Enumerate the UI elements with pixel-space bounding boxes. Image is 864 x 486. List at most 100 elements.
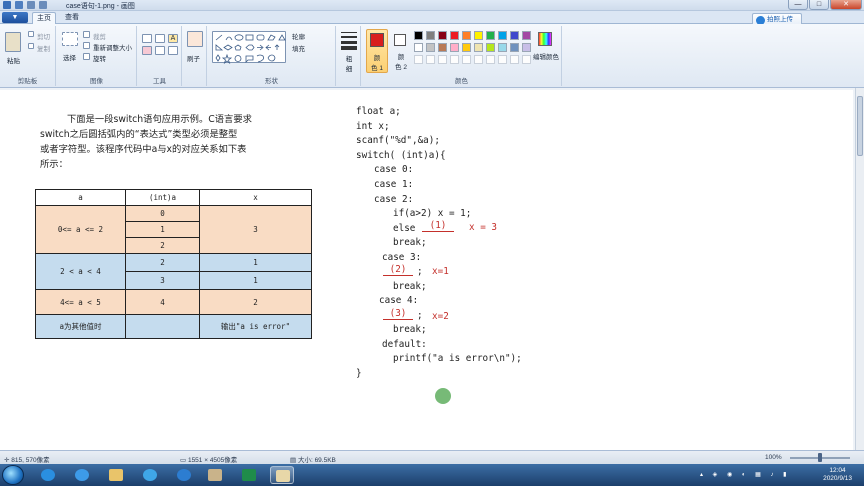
table-header-int-a: (int)a — [125, 189, 200, 206]
palette-swatch[interactable] — [486, 31, 495, 40]
custom-color-slot[interactable] — [438, 55, 447, 64]
custom-color-slot[interactable] — [510, 55, 519, 64]
magnifier-icon[interactable] — [168, 46, 178, 55]
palette-swatch[interactable] — [510, 43, 519, 52]
palette-swatch[interactable] — [438, 31, 447, 40]
start-button[interactable] — [2, 465, 24, 485]
crop-button[interactable]: 裁剪 — [93, 31, 106, 41]
custom-color-slot[interactable] — [474, 55, 483, 64]
palette-swatch[interactable] — [414, 43, 423, 52]
taskbar-app-2[interactable] — [70, 466, 94, 484]
palette-swatch[interactable] — [522, 43, 531, 52]
palette-swatch[interactable] — [438, 43, 447, 52]
vertical-scrollbar[interactable] — [855, 88, 864, 450]
tab-view[interactable]: 查看 — [60, 12, 84, 24]
text-tool-icon[interactable]: A — [168, 34, 178, 43]
palette-swatch[interactable] — [474, 31, 483, 40]
palette-swatch[interactable] — [522, 31, 531, 40]
taskbar-app-4[interactable] — [138, 466, 162, 484]
zoom-slider-thumb[interactable] — [818, 453, 822, 462]
palette-swatch[interactable] — [450, 31, 459, 40]
code-line: default: — [382, 339, 427, 350]
fill-bucket-icon[interactable] — [155, 34, 165, 43]
line-size-icon[interactable] — [341, 32, 357, 50]
paint-app-icon[interactable] — [3, 1, 11, 9]
undo-icon[interactable] — [27, 1, 35, 9]
color2-button[interactable]: 颜色 2 — [391, 29, 413, 73]
custom-color-slot[interactable] — [450, 55, 459, 64]
rotate-button[interactable]: 旋转 — [93, 53, 106, 63]
custom-color-slot[interactable] — [414, 55, 423, 64]
palette-swatch[interactable] — [474, 43, 483, 52]
palette-swatch[interactable] — [426, 31, 435, 40]
file-size-text: 大小: 69.5KB — [297, 457, 336, 464]
color-picker-icon[interactable] — [155, 46, 165, 55]
eraser-icon[interactable] — [142, 46, 152, 55]
custom-color-slot[interactable] — [462, 55, 471, 64]
tab-home[interactable]: 主页 — [32, 12, 56, 24]
palette-swatch[interactable] — [462, 43, 471, 52]
palette-swatch[interactable] — [414, 31, 423, 40]
brush-icon[interactable] — [187, 31, 203, 47]
taskbar: ▴ ◈ ◉ ◐ ▦ ♪ ▮ 12:04 2020/9/13 — [0, 464, 864, 486]
maximize-button[interactable]: □ — [809, 0, 829, 10]
minimize-button[interactable]: — — [788, 0, 808, 10]
table-cell: 2 — [125, 237, 200, 254]
code-line: case 3: — [382, 252, 422, 263]
pencil-icon[interactable] — [142, 34, 152, 43]
code-line: switch( (int)a){ — [356, 150, 446, 161]
paste-icon[interactable] — [5, 32, 21, 52]
palette-swatch[interactable] — [498, 43, 507, 52]
resize-button[interactable]: 重新调整大小 — [93, 42, 132, 52]
palette-swatch[interactable] — [498, 31, 507, 40]
scrollbar-thumb[interactable] — [857, 96, 863, 156]
folder-icon — [109, 469, 123, 481]
tray-icons[interactable]: ▴ ◈ ◉ ◐ ▦ ♪ ▮ — [700, 471, 800, 479]
custom-color-slot[interactable] — [426, 55, 435, 64]
taskbar-app-3[interactable] — [104, 466, 128, 484]
palette-swatch[interactable] — [510, 31, 519, 40]
select-icon[interactable] — [62, 32, 78, 46]
palette-swatch[interactable] — [450, 43, 459, 52]
paint-icon — [276, 470, 290, 482]
edit-colors-icon[interactable] — [538, 32, 552, 46]
size-group: 粗细 — [337, 26, 361, 86]
fill-dropdown[interactable]: 填充 — [292, 43, 305, 53]
custom-color-slot[interactable] — [522, 55, 531, 64]
size-button[interactable]: 粗细 — [343, 53, 355, 73]
file-menu-button[interactable]: ▼ — [2, 12, 28, 23]
taskbar-app-6[interactable] — [203, 466, 227, 484]
code-line: int x; — [356, 121, 390, 132]
paste-button-label[interactable]: 粘贴 — [7, 55, 20, 65]
taskbar-paint[interactable] — [270, 466, 294, 484]
save-icon[interactable] — [15, 1, 23, 9]
baidu-cloud-icon — [41, 469, 55, 481]
color2-label: 颜色 2 — [395, 54, 407, 71]
answer-x2: x=2 — [432, 311, 449, 322]
taskbar-app-7[interactable] — [237, 466, 261, 484]
edit-colors-button[interactable]: 编辑颜色 — [533, 51, 559, 61]
custom-color-slot[interactable] — [486, 55, 495, 64]
clock[interactable]: 12:04 2020/9/13 — [823, 467, 852, 483]
outline-dropdown[interactable]: 轮廓 — [292, 31, 305, 41]
brush-button[interactable]: 刷子 — [187, 53, 200, 63]
drawing-canvas[interactable]: 下面是一段switch语句应用示例。C语言要求 switch之后圆括弧内的“表达… — [0, 90, 853, 450]
color1-button[interactable]: 颜色 1 — [366, 29, 388, 73]
cut-button[interactable]: 剪切 — [37, 31, 50, 41]
copy-button[interactable]: 复制 — [37, 43, 50, 53]
taskbar-app-5[interactable] — [172, 466, 196, 484]
palette-swatch[interactable] — [462, 31, 471, 40]
shapes-gallery-icons — [215, 34, 286, 65]
palette-swatch[interactable] — [486, 43, 495, 52]
clipboard-group: 粘贴 剪切 复制 剪贴板 — [0, 26, 56, 86]
shapes-gallery[interactable] — [212, 31, 286, 65]
excel-icon — [242, 469, 256, 481]
file-size: ▤ 大小: 69.5KB — [290, 457, 336, 464]
custom-color-slot[interactable] — [498, 55, 507, 64]
mapping-table: a (int)a x 0<= a <= 2 0 3 1 2 2 < a < 4 … — [35, 189, 312, 339]
taskbar-app-1[interactable] — [36, 466, 60, 484]
redo-icon[interactable] — [39, 1, 47, 9]
close-button[interactable]: ✕ — [830, 0, 862, 10]
palette-swatch[interactable] — [426, 43, 435, 52]
select-button[interactable]: 选择 — [63, 52, 76, 62]
